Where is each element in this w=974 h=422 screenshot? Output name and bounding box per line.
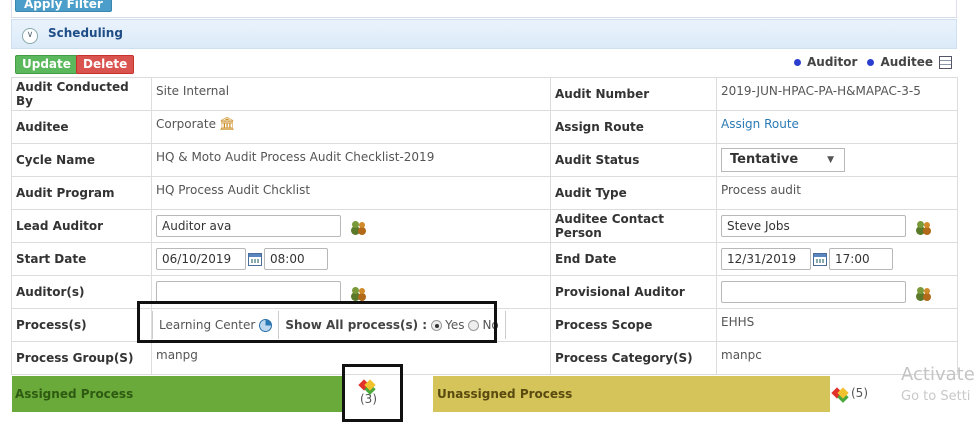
users-icon[interactable] — [351, 219, 367, 233]
process-group-value: manpg — [151, 341, 551, 375]
activate-windows-watermark: Activate Go to Setti — [901, 364, 974, 408]
processes-label: Process(s) — [11, 308, 152, 342]
assign-route-link[interactable]: Assign Route — [721, 117, 799, 131]
delete-button[interactable]: Delete — [76, 55, 135, 74]
start-date-input[interactable]: 06/10/2019 — [156, 248, 246, 270]
process-category-label: Process Category(S) — [550, 341, 717, 375]
update-button[interactable]: Update — [15, 55, 78, 74]
audit-type-label: Audit Type — [550, 176, 717, 210]
process-scope-value: EHHS — [716, 308, 958, 342]
audit-status-value: Tentative — [730, 152, 799, 167]
assigned-process-header[interactable]: Assigned Process — [12, 376, 342, 412]
users-icon[interactable] — [351, 285, 367, 299]
scheduling-form: Audit Conducted By Site Internal Audit N… — [11, 77, 958, 375]
audit-conducted-by-value: Site Internal — [151, 77, 551, 111]
process-gift-icon[interactable] — [360, 378, 376, 392]
show-all-label: Show All process(s) : — [285, 318, 428, 332]
apply-filter-button[interactable]: Apply Filter — [15, 0, 112, 12]
audit-program-label: Audit Program — [11, 176, 152, 210]
calendar-icon[interactable] — [813, 252, 827, 266]
provisional-auditor-label: Provisional Auditor — [550, 275, 717, 309]
provisional-auditor-input[interactable] — [721, 281, 906, 303]
auditors-label: Auditor(s) — [11, 275, 152, 309]
scheduling-section-header[interactable]: ∨ Scheduling — [11, 19, 957, 49]
legend-auditee: Auditee — [880, 55, 933, 69]
filter-panel-border — [11, 0, 957, 18]
building-icon: 🏛 — [219, 117, 236, 132]
lead-auditor-label: Lead Auditor — [11, 209, 152, 243]
audit-conducted-by-label: Audit Conducted By — [11, 77, 152, 111]
auditee-contact-label: Auditee Contact Person — [550, 209, 717, 243]
users-icon[interactable] — [916, 285, 932, 299]
audit-number-label: Audit Number — [550, 77, 717, 111]
assigned-process-count[interactable]: (3) — [360, 378, 377, 406]
process-scope-label: Process Scope — [550, 308, 717, 342]
lead-auditor-input[interactable]: Auditor ava — [156, 215, 341, 237]
audit-status-select[interactable]: Tentative ▼ — [721, 148, 845, 172]
auditee-cell: Corporate 🏛 — [151, 110, 551, 144]
start-date-label: Start Date — [11, 242, 152, 276]
learning-center-label: Learning Center — [159, 318, 256, 332]
assign-route-label: Assign Route — [550, 110, 717, 144]
auditee-value: Corporate — [156, 117, 216, 131]
start-time-input[interactable]: 08:00 — [264, 248, 328, 270]
process-gift-icon[interactable] — [833, 386, 849, 400]
yes-label: Yes — [445, 318, 465, 332]
unassigned-process-header[interactable]: Unassigned Process — [433, 376, 830, 412]
learning-center-item[interactable]: Learning Center — [152, 311, 280, 339]
auditor-dot-icon — [794, 58, 802, 66]
auditee-dot-icon — [867, 58, 875, 66]
caret-down-icon: ▼ — [827, 155, 834, 165]
audit-status-label: Audit Status — [550, 143, 717, 177]
auditee-label: Auditee — [11, 110, 152, 144]
audit-program-value: HQ Process Audit Chcklist — [151, 176, 551, 210]
show-all-yes-radio[interactable] — [431, 319, 443, 331]
assigned-count-text: (3) — [360, 392, 377, 406]
legend: Auditor Auditee — [794, 55, 952, 69]
end-date-label: End Date — [550, 242, 717, 276]
users-icon[interactable] — [916, 219, 932, 233]
no-label: No — [482, 318, 499, 332]
cycle-name-label: Cycle Name — [11, 143, 152, 177]
list-view-icon[interactable] — [939, 55, 952, 69]
section-title: Scheduling — [48, 26, 123, 40]
watermark-line1: Activate — [901, 364, 974, 385]
process-group-label: Process Group(S) — [11, 341, 152, 375]
show-all-no-radio[interactable] — [468, 319, 480, 331]
auditors-input[interactable] — [156, 281, 341, 303]
audit-type-value: Process audit — [716, 176, 958, 210]
process-selector: Learning Center Show All process(s) : Ye… — [152, 310, 506, 340]
legend-auditor: Auditor — [807, 55, 858, 69]
calendar-icon[interactable] — [248, 252, 262, 266]
show-all-processes: Show All process(s) : Yes No — [279, 311, 506, 339]
chevron-down-icon[interactable]: ∨ — [22, 28, 38, 44]
cycle-name-value: HQ & Moto Audit Process Audit Checklist-… — [151, 143, 551, 177]
auditee-contact-input[interactable]: Steve Jobs — [721, 215, 906, 237]
watermark-line2: Go to Setti — [901, 389, 971, 404]
unassigned-count-text: (5) — [851, 386, 868, 400]
end-date-input[interactable]: 12/31/2019 — [721, 248, 811, 270]
audit-number-value: 2019-JUN-HPAC-PA-H&MAPAC-3-5 — [716, 77, 958, 111]
end-time-input[interactable]: 17:00 — [829, 248, 893, 270]
unassigned-process-count[interactable]: (5) — [833, 386, 868, 400]
pie-chart-icon[interactable] — [259, 318, 273, 332]
